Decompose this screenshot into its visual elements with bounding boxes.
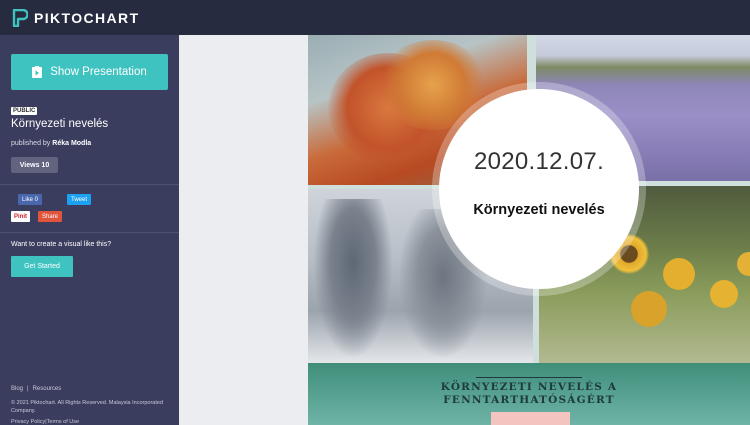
footer-links: Blog | Resources <box>11 386 62 392</box>
published-prefix: published by <box>11 140 51 147</box>
band-title-line-1: KÖRNYEZETI NEVELÉS A <box>440 381 618 393</box>
canvas-gutter <box>179 35 308 425</box>
terms-link[interactable]: Terms of Use <box>47 419 79 425</box>
share-button[interactable]: Share <box>38 211 63 222</box>
views-badge: Views 10 <box>11 157 58 173</box>
show-presentation-label: Show Presentation <box>50 66 147 78</box>
author-name[interactable]: Réka Modla <box>52 140 91 147</box>
pin-label: Pinit <box>14 213 27 220</box>
sidebar: Show Presentation PUBLIC Környezeti neve… <box>0 35 179 425</box>
presentation-icon <box>32 66 43 78</box>
presentation-slide[interactable]: KÖRNYEZETI NEVELÉS A FENNTARTHATÓSÁGÉRT … <box>308 35 750 425</box>
band-title-line-2: FENNTARTHATÓSÁGÉRT <box>443 394 615 406</box>
published-by: published by Réka Modla <box>11 140 91 147</box>
title-circle <box>439 89 639 289</box>
footer-legal-links: Privacy Policy|Terms of Use <box>11 419 80 425</box>
get-started-button[interactable]: Get Started <box>11 256 73 277</box>
top-bar: PIKTOCHART <box>0 0 750 35</box>
band-divider-line <box>476 377 582 378</box>
divider <box>0 232 179 233</box>
tweet-label: Tweet <box>71 196 88 203</box>
share-label: Share <box>42 213 59 220</box>
divider <box>0 184 179 185</box>
piktochart-logo-icon[interactable] <box>12 8 28 27</box>
facebook-like-button[interactable]: Like 0 <box>18 194 43 205</box>
slide-title: Környezeti nevelés <box>473 202 605 218</box>
public-badge: PUBLIC <box>11 107 38 115</box>
resources-link[interactable]: Resources <box>33 386 62 392</box>
cta-text: Want to create a visual like this? <box>11 241 112 248</box>
like-label: Like 0 <box>22 196 39 203</box>
show-presentation-button[interactable]: Show Presentation <box>11 54 168 90</box>
band-title: KÖRNYEZETI NEVELÉS A FENNTARTHATÓSÁGÉRT <box>308 381 750 407</box>
tweet-button[interactable]: Tweet <box>67 194 92 205</box>
blog-link[interactable]: Blog <box>11 386 23 392</box>
presentation-title: Környezeti nevelés <box>11 118 109 130</box>
slide-title-band: KÖRNYEZETI NEVELÉS A FENNTARTHATÓSÁGÉRT <box>308 363 750 425</box>
band-pink-block <box>491 412 570 425</box>
privacy-link[interactable]: Privacy Policy <box>11 419 45 425</box>
copyright-text: © 2021 Piktochart. All Rights Reserved. … <box>11 400 164 414</box>
brand-name[interactable]: PIKTOCHART <box>34 10 140 26</box>
slide-date: 2020.12.07. <box>473 148 605 175</box>
pinterest-button[interactable]: Pinit <box>11 211 30 222</box>
